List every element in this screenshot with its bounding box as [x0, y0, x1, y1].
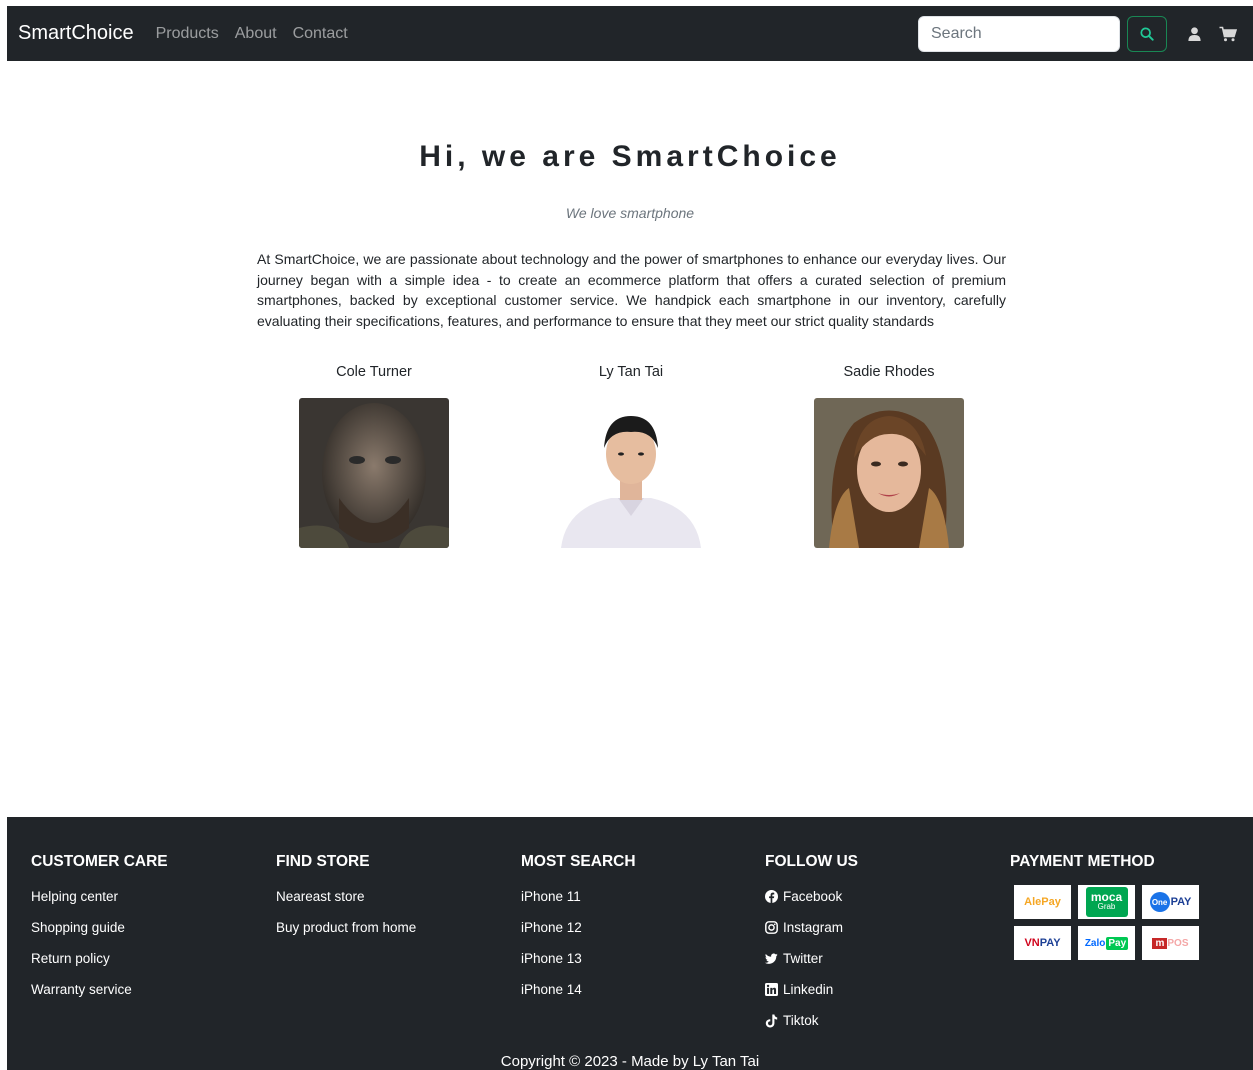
- onepay-logo-one: One: [1149, 892, 1170, 912]
- footer-heading: FIND STORE: [276, 853, 370, 870]
- page-title: Hi, we are SmartChoice: [419, 140, 841, 173]
- member-photo: [814, 398, 964, 548]
- footer-heading: CUSTOMER CARE: [31, 853, 168, 870]
- team-member-cole-turner: Cole Turner: [274, 364, 474, 548]
- zalopay-logo-pay: Pay: [1106, 936, 1129, 950]
- cart-icon: [1219, 26, 1237, 41]
- payment-logos: AlePay moca Grab One PAY VNPAY Zalo Pay …: [1014, 885, 1199, 960]
- onepay-logo: One PAY: [1142, 885, 1199, 919]
- search-icon: [1140, 26, 1154, 41]
- footer-link-linkedin[interactable]: Linkedin: [765, 982, 858, 1013]
- footer-link-label: Facebook: [783, 889, 843, 904]
- nav-link-products[interactable]: Products: [156, 25, 219, 43]
- vnpay-logo: VNPAY: [1014, 926, 1071, 960]
- footer-link-helping-center[interactable]: Helping center: [31, 889, 168, 920]
- member-name: Ly Tan Tai: [598, 364, 664, 380]
- footer-link-buy-from-home[interactable]: Buy product from home: [276, 920, 416, 951]
- tagline: We love smartphone: [565, 205, 695, 221]
- nav-link-contact[interactable]: Contact: [293, 25, 348, 43]
- moca-logo-text: moca: [1090, 890, 1123, 904]
- footer-link-iphone-14[interactable]: iPhone 14: [521, 982, 636, 1013]
- user-icon: [1187, 26, 1201, 41]
- onepay-logo-pay: PAY: [1170, 896, 1192, 908]
- member-name: Sadie Rhodes: [843, 364, 935, 380]
- intro-paragraph: At SmartChoice, we are passionate about …: [257, 251, 1006, 329]
- footer-heading: FOLLOW US: [765, 853, 858, 870]
- footer-link-instagram[interactable]: Instagram: [765, 920, 858, 951]
- zalopay-logo: Zalo Pay: [1078, 926, 1135, 960]
- linkedin-icon: [765, 983, 779, 997]
- footer-link-facebook[interactable]: Facebook: [765, 889, 858, 920]
- nav-link-about[interactable]: About: [235, 25, 277, 43]
- footer-link-nearest-store[interactable]: Neareast store: [276, 889, 416, 920]
- footer-link-iphone-13[interactable]: iPhone 13: [521, 951, 636, 982]
- member-photo: [556, 398, 706, 548]
- footer-link-label: Linkedin: [783, 982, 834, 997]
- footer-payment-method: PAYMENT METHOD AlePay moca Grab One PAY …: [1010, 853, 1199, 960]
- twitter-icon: [765, 952, 779, 966]
- search-input[interactable]: [918, 15, 1120, 52]
- copyright: Copyright © 2023 - Made by Ly Tan Tai: [500, 1053, 760, 1070]
- cart-button[interactable]: [1213, 19, 1243, 49]
- footer-link-iphone-12[interactable]: iPhone 12: [521, 920, 636, 951]
- footer-link-return-policy[interactable]: Return policy: [31, 951, 168, 982]
- zalopay-logo-zalo: Zalo: [1084, 937, 1106, 949]
- team-member-ly-tan-tai: Ly Tan Tai: [531, 364, 731, 548]
- facebook-icon: [765, 890, 779, 904]
- navbar: SmartChoice Products About Contact: [7, 6, 1253, 61]
- vnpay-logo-text: VNPAY: [1024, 937, 1061, 949]
- tiktok-icon: [765, 1014, 779, 1028]
- alepay-logo-text: AlePay: [1024, 896, 1061, 908]
- mpos-logo-pos: POS: [1167, 937, 1189, 949]
- footer-link-label: Twitter: [783, 951, 823, 966]
- footer-follow-us: FOLLOW US Facebook Instagram Twitter Lin…: [765, 853, 858, 1044]
- instagram-icon: [765, 921, 779, 935]
- footer-link-twitter[interactable]: Twitter: [765, 951, 858, 982]
- footer-heading: PAYMENT METHOD: [1010, 853, 1155, 870]
- grab-logo-text: Grab: [1097, 902, 1116, 911]
- footer-link-shopping-guide[interactable]: Shopping guide: [31, 920, 168, 951]
- moca-grab-logo: moca Grab: [1078, 885, 1135, 919]
- member-photo: [299, 398, 449, 548]
- footer: CUSTOMER CARE Helping center Shopping gu…: [7, 817, 1253, 1070]
- search-button[interactable]: [1127, 15, 1167, 52]
- brand-logo[interactable]: SmartChoice: [18, 22, 134, 45]
- team-member-sadie-rhodes: Sadie Rhodes: [789, 364, 989, 548]
- footer-customer-care: CUSTOMER CARE Helping center Shopping gu…: [31, 853, 168, 1013]
- footer-link-tiktok[interactable]: Tiktok: [765, 1013, 858, 1044]
- footer-link-label: Tiktok: [783, 1013, 819, 1028]
- mpos-logo: m POS: [1142, 926, 1199, 960]
- alepay-logo: AlePay: [1014, 885, 1071, 919]
- mpos-logo-m: m: [1152, 937, 1168, 949]
- member-name: Cole Turner: [336, 364, 412, 380]
- user-button[interactable]: [1179, 19, 1209, 49]
- footer-link-warranty-service[interactable]: Warranty service: [31, 982, 168, 1013]
- footer-link-iphone-11[interactable]: iPhone 11: [521, 889, 636, 920]
- footer-most-search: MOST SEARCH iPhone 11 iPhone 12 iPhone 1…: [521, 853, 636, 1013]
- footer-link-label: Instagram: [783, 920, 844, 935]
- footer-find-store: FIND STORE Neareast store Buy product fr…: [276, 853, 416, 951]
- footer-heading: MOST SEARCH: [521, 853, 636, 870]
